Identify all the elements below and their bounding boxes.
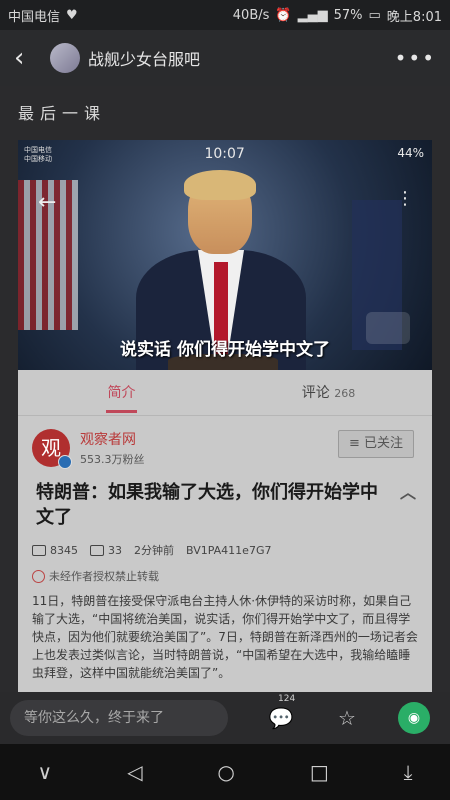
repost-notice: 未经作者授权禁止转载 — [18, 558, 432, 584]
tab-intro[interactable]: 简介 — [18, 370, 225, 415]
forum-title[interactable]: 战舰少女台服吧 — [88, 46, 395, 70]
app-bar: ‹ 战舰少女台服吧 ••• — [0, 30, 450, 86]
video-battery: 44% — [397, 146, 424, 160]
nav-back-icon[interactable]: ◁ — [127, 760, 142, 784]
comment-count: 124 — [278, 694, 296, 704]
author-avatar[interactable]: 观 — [32, 429, 72, 469]
download-icon[interactable]: ⤓ — [404, 760, 413, 784]
play-count-icon — [32, 545, 46, 556]
video-headline: 特朗普：如果我输了大选，你们得开始学中文了 ︿ — [36, 480, 416, 528]
battery-icon: ▭ — [368, 7, 381, 23]
video-status-bar: 中国电信 中国移动 10:07 44% — [24, 146, 424, 164]
forbidden-icon — [32, 569, 45, 583]
tab-comments[interactable]: 评论 268 — [225, 370, 432, 415]
author-name[interactable]: 观察者网 — [80, 429, 145, 449]
star-icon[interactable]: ☆ — [334, 706, 360, 730]
video-carrier-2: 中国移动 — [24, 155, 52, 163]
clock: 晚上8:01 — [386, 9, 442, 25]
alarm-icon: ⏰ — [275, 7, 292, 23]
notification-icon: ♥ — [66, 7, 78, 23]
video-clock: 10:07 — [204, 146, 245, 162]
time-ago: 2分钟前 — [134, 544, 174, 557]
reply-input[interactable]: 等你这么久，终于来了 — [10, 700, 228, 736]
wechat-share-icon[interactable]: ◉ — [398, 702, 430, 734]
play-count: 8345 — [50, 543, 78, 557]
video-subtitle: 说实话 你们得开始学中文了 — [120, 340, 330, 360]
network-speed: 40B/s — [232, 7, 270, 23]
video-meta: 8345 33 2分钟前 BV1PA411e7G7 — [18, 530, 432, 558]
author-fans: 553.3万粉丝 — [80, 453, 145, 466]
tab-bar: 简介 评论 268 — [18, 370, 432, 416]
video-description: 11日，特朗普在接受保守派电台主持人休·休伊特的采访时称，如果自己输了大选，“中… — [32, 594, 418, 680]
video-player[interactable]: 中国电信 中国移动 10:07 44% ← ⋮ 说实话 你们得开始学中文了 — [18, 140, 432, 370]
danmaku-icon — [90, 545, 104, 556]
status-bar: 中国电信 ♥ 40B/s ⏰ ▂▄▆ 57% ▭ 晚上8:01 — [0, 0, 450, 30]
recent-apps-icon[interactable]: □ — [310, 760, 329, 784]
screenshot-card[interactable]: 中国电信 中国移动 10:07 44% ← ⋮ 说实话 你们得开始学中文了 简介… — [18, 140, 432, 692]
danmaku-count: 33 — [108, 543, 122, 557]
battery-level: 57% — [333, 7, 363, 23]
system-nav-bar: ∨ ◁ ○ □ ⤓ — [0, 744, 450, 800]
follow-button[interactable]: ≡ 已关注 — [338, 430, 414, 458]
video-back-icon[interactable]: ← — [38, 190, 56, 215]
video-carrier-1: 中国电信 — [24, 146, 52, 154]
carrier-label: 中国电信 — [8, 9, 61, 25]
reply-bar: 等你这么久，终于来了 💬 124 ☆ ◉ — [0, 692, 450, 744]
chevron-up-icon[interactable]: ︿ — [400, 480, 416, 505]
post-title: 最后一课 — [18, 104, 107, 123]
signal-icon: ▂▄▆ — [297, 7, 328, 23]
bv-id: BV1PA411e7G7 — [186, 543, 272, 557]
more-options-icon[interactable]: ••• — [395, 46, 436, 70]
verified-icon — [58, 455, 72, 469]
author-row: 观 观察者网 553.3万粉丝 ≡ 已关注 — [18, 416, 432, 480]
video-more-icon[interactable]: ⋮ — [396, 188, 414, 209]
comment-icon[interactable]: 💬 124 — [268, 694, 296, 730]
back-icon[interactable]: ‹ — [14, 43, 50, 73]
home-icon[interactable]: ○ — [217, 760, 234, 784]
post-content: 最后一课 中国电信 中国移动 10:07 44% ← ⋮ 说实话 你们得开始学中… — [0, 86, 450, 692]
collapse-icon[interactable]: ∨ — [37, 760, 52, 784]
forum-avatar[interactable] — [50, 43, 80, 73]
